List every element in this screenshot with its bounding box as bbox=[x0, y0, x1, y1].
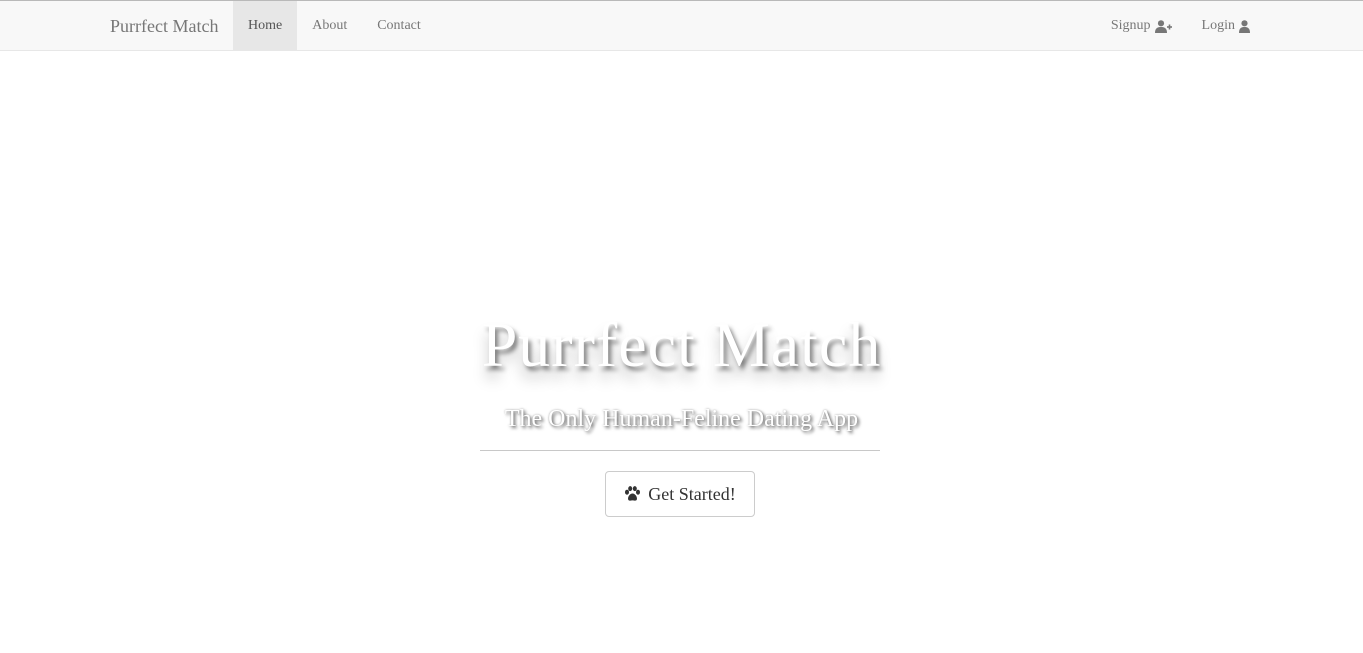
nav-link-about-label: About bbox=[312, 18, 348, 33]
hero-subtitle: The Only Human-Feline Dating App bbox=[504, 406, 859, 432]
user-plus-icon bbox=[1154, 19, 1172, 33]
nav-right-links: Signup Login bbox=[1096, 1, 1265, 51]
paw-icon bbox=[624, 486, 641, 502]
nav-link-login-label: Login bbox=[1201, 18, 1235, 33]
get-started-button[interactable]: Get Started! bbox=[605, 471, 755, 517]
nav-left-links: Home About Contact bbox=[233, 1, 436, 51]
nav-link-about[interactable]: About bbox=[297, 1, 362, 51]
nav-link-login[interactable]: Login bbox=[1187, 1, 1265, 51]
nav-link-contact[interactable]: Contact bbox=[362, 1, 436, 51]
brand-link[interactable]: Purrfect Match bbox=[110, 1, 218, 51]
nav-link-home[interactable]: Home bbox=[233, 1, 298, 51]
nav-link-signup-label: Signup bbox=[1110, 18, 1151, 33]
hero-title: Purrfect Match bbox=[481, 309, 882, 380]
hero-section: Purrfect Match The Only Human-Feline Dat… bbox=[0, 0, 1363, 653]
get-started-label: Get Started! bbox=[648, 483, 736, 504]
nav-link-contact-label: Contact bbox=[377, 18, 421, 33]
hero-divider bbox=[480, 450, 880, 451]
user-icon bbox=[1239, 19, 1250, 33]
nav-link-home-label: Home bbox=[248, 18, 283, 33]
nav-link-signup[interactable]: Signup bbox=[1096, 1, 1187, 51]
navbar: Purrfect Match Home About Contact Signup… bbox=[0, 0, 1363, 51]
